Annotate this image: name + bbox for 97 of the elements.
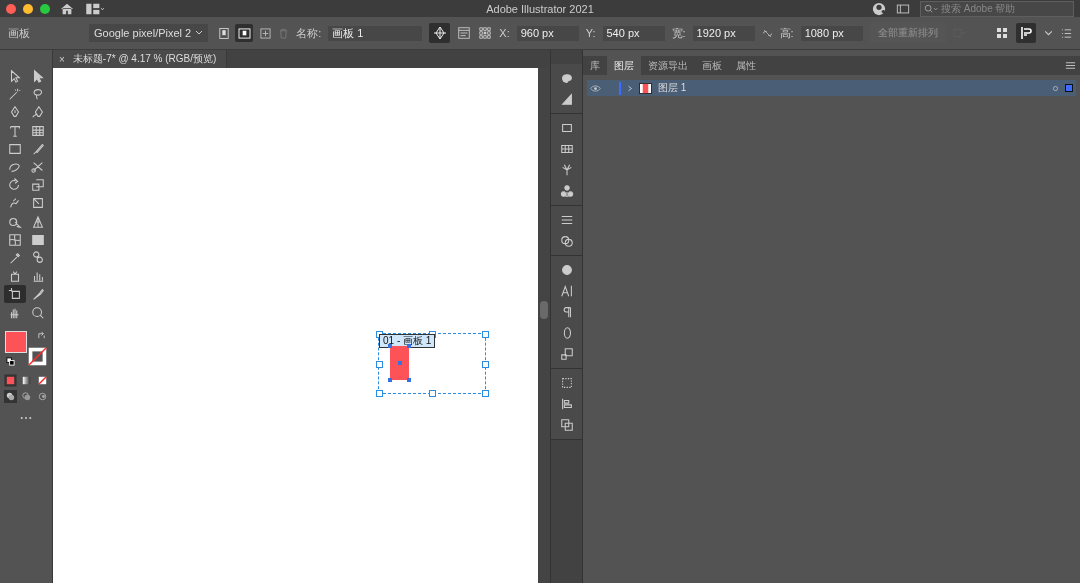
scissors-icon [30,160,45,175]
color-mode-icon[interactable] [3,373,17,387]
user-add-icon[interactable] [872,1,886,16]
resize-handle[interactable] [429,390,436,397]
resize-handle[interactable] [482,331,489,338]
align-icon [1019,26,1033,40]
target-circle-icon[interactable] [1052,84,1059,92]
align-left-icon[interactable] [559,397,574,411]
layer-name[interactable]: 图层 1 [658,81,687,95]
distribute-icon[interactable] [995,26,1009,40]
magic-wand-icon [7,87,22,102]
new-artboard-icon[interactable] [260,27,272,39]
dimension-label: 高: [779,25,794,41]
window-title: Adobe Illustrator 2021 [486,2,594,15]
panel-tab[interactable]: 画板 [695,56,729,75]
dotted-square-icon[interactable] [559,376,574,390]
resize-handle[interactable] [482,390,489,397]
type-cursor-icon[interactable] [559,284,574,298]
panel-toggle-icon[interactable] [896,1,910,16]
overlap-squares-icon[interactable] [559,418,574,432]
portrait-icon [219,26,230,40]
panel-tab[interactable]: 资源导出 [641,56,695,75]
lines-icon[interactable] [559,213,574,227]
panel-tab[interactable]: 属性 [729,56,763,75]
landscape-button[interactable] [235,24,254,42]
draw-normal-icon[interactable] [3,389,17,403]
preset-dropdown[interactable]: Google pixel/Pixel 2 [89,24,209,42]
artboard-label: 画板 [8,25,31,41]
grid-icon [30,123,45,138]
window-control-dot[interactable] [23,3,33,14]
default-colors-icon[interactable] [6,356,15,366]
stroke-none-swatch[interactable] [28,346,47,366]
artboard-icon [7,287,22,302]
more-icon[interactable] [20,415,32,420]
panel-tab[interactable]: 库 [583,56,607,75]
window-control-dot[interactable] [6,3,16,14]
move-with-artwork-button[interactable] [429,23,451,43]
resize-handle[interactable] [376,360,383,368]
dimension-field[interactable]: 1920 px [692,25,755,41]
align-button[interactable] [1016,23,1036,43]
mesh-icon [7,232,22,247]
selection-square[interactable] [1065,84,1073,92]
move-arrows-icon [432,26,447,40]
curvature-pen-icon [30,105,45,120]
dimension-field[interactable]: 1080 px [800,25,863,41]
slice-icon [30,287,45,302]
dimension-field[interactable]: 960 px [516,25,579,41]
eyedropper-icon [7,250,22,265]
triangle-icon[interactable] [559,92,574,106]
workspace-layout-icon[interactable] [84,1,106,16]
layer-row[interactable]: 图层 1 [587,80,1076,96]
home-icon[interactable] [60,1,74,16]
document-title: 未标题-7* @ 4.17 % (RGB/预览) [72,52,217,66]
artboard[interactable]: 01 - 画板 1 [378,333,486,394]
perspective-grid-icon [30,214,45,229]
artboard-tool-button[interactable] [3,285,26,304]
search-icon [924,3,939,14]
window-control-dot[interactable] [40,3,50,14]
fill-swatch[interactable] [5,330,27,353]
chevron-icon[interactable] [627,84,633,92]
name-label: 名称: [296,25,322,41]
close-tab-button[interactable]: × [59,53,65,65]
squares-icon[interactable] [559,347,574,361]
gradient-swatch-icon[interactable] [559,121,574,135]
document-tab[interactable]: × 未标题-7* @ 4.17 % (RGB/预览) [53,50,228,68]
landscape-icon [237,27,251,39]
menu-icon[interactable] [1065,60,1076,71]
dimension-label: 宽: [671,25,686,41]
reference-point-icon[interactable] [478,26,493,40]
rotate-icon [7,178,22,193]
resize-handle[interactable] [376,390,383,397]
zoom-icon [30,305,45,320]
blend-icon [30,250,45,265]
menu-icon[interactable] [1061,27,1072,39]
broken-link-icon[interactable] [761,27,773,39]
caret-icon [195,30,204,36]
swatches-icon[interactable] [559,142,574,156]
rectangle-icon [7,141,22,156]
resize-handle[interactable] [482,360,489,368]
artboard-options-icon[interactable] [457,26,472,40]
panel-tab[interactable]: 图层 [607,56,641,75]
shaper-icon [7,160,22,175]
free-transform-icon [30,196,45,211]
artboard-name-tag: 01 - 画板 1 [379,334,436,348]
swap-arrow-icon[interactable] [37,330,46,340]
gradient-icon [30,232,45,247]
scale-icon [30,178,45,193]
layer-thumbnail [639,82,652,94]
lasso-icon [30,87,45,102]
dimension-label: X: [499,27,510,39]
eye-icon[interactable] [590,84,601,92]
dimension-label: Y: [585,27,596,39]
circles-icon[interactable] [559,234,574,248]
paintbrush-icon [30,141,45,156]
dimension-field[interactable]: 540 px [602,25,665,41]
name-field[interactable]: 画板 1 [328,25,423,41]
type-tool-icon [7,123,22,138]
